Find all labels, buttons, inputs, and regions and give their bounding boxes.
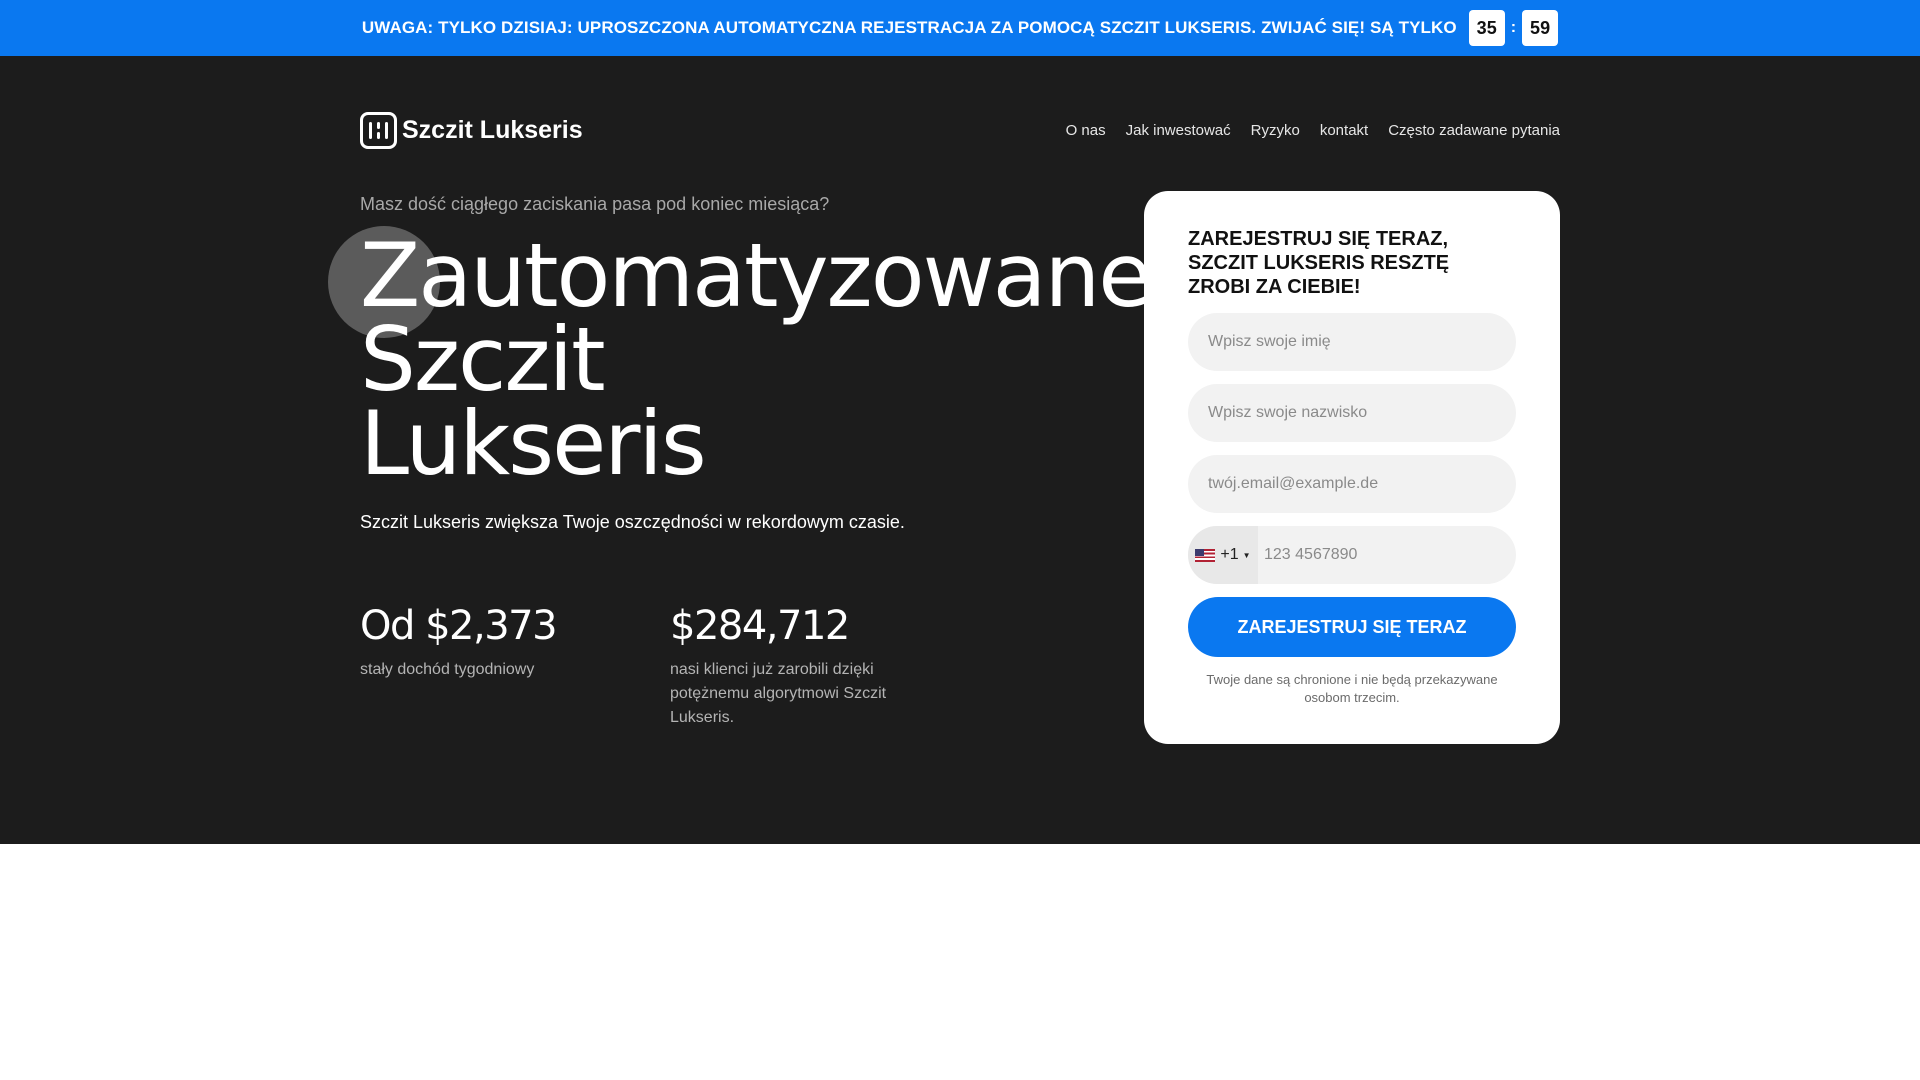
timer-seconds: 59 xyxy=(1522,10,1559,46)
email-field[interactable] xyxy=(1188,455,1516,513)
country-code: +1 xyxy=(1220,546,1239,563)
form-title: ZAREJESTRUJ SIĘ TERAZ, SZCZIT LUKSERIS R… xyxy=(1188,228,1450,298)
registration-form: ZAREJESTRUJ SIĘ TERAZ, SZCZIT LUKSERIS R… xyxy=(1144,191,1560,744)
hero-subtitle: Szczit Lukseris zwiększa Twoje oszczędno… xyxy=(360,512,905,532)
last-name-field[interactable] xyxy=(1188,384,1516,442)
headline-line-3: Lukseris xyxy=(360,392,707,495)
headline-line-2: Szczit xyxy=(360,308,606,411)
phone-field[interactable] xyxy=(1258,526,1516,584)
main-nav: O nas Jak inwestować Ryzyko kontakt Częs… xyxy=(1046,122,1560,139)
nav-link-how-to-invest[interactable]: Jak inwestować xyxy=(1126,122,1231,139)
stat-label: stały dochód tygodniowy xyxy=(360,661,535,678)
timer-minutes: 35 xyxy=(1468,10,1505,46)
hero-section: Szczit Lukseris O nas Jak inwestować Ryz… xyxy=(0,56,1920,844)
nav-link-about[interactable]: O nas xyxy=(1066,122,1106,139)
timer-separator: : xyxy=(1510,19,1517,36)
logo-icon xyxy=(360,111,397,149)
stat-label: nasi klienci już zarobili dzięki potężne… xyxy=(670,661,887,726)
headline-line-1: Zautomatyzowane xyxy=(360,224,1152,327)
stat-weekly-income: Od $2,373 stały dochód tygodniowy xyxy=(360,602,600,682)
promo-banner: UWAGA: TYLKO DZISIAJ: UPROSZCZONA AUTOMA… xyxy=(0,0,1920,56)
privacy-note: Twoje dane są chronione i nie będą przek… xyxy=(1206,672,1498,705)
stat-value: $284,712 xyxy=(670,603,850,649)
country-code-select[interactable]: +1 ▼ xyxy=(1188,526,1258,584)
hero-pretitle: Masz dość ciągłego zaciskania pasa pod k… xyxy=(360,194,830,214)
register-button[interactable]: ZAREJESTRUJ SIĘ TERAZ xyxy=(1188,597,1516,657)
caret-down-icon: ▼ xyxy=(1242,550,1251,560)
logo-text: Szczit Lukseris xyxy=(402,115,583,144)
nav-link-faq[interactable]: Często zadawane pytania xyxy=(1388,122,1560,139)
stat-value: Od $2,373 xyxy=(360,603,558,649)
first-name-field[interactable] xyxy=(1188,313,1516,371)
us-flag-icon xyxy=(1195,548,1216,562)
logo[interactable]: Szczit Lukseris xyxy=(360,111,583,149)
phone-field-group: +1 ▼ xyxy=(1188,526,1516,584)
nav-link-risk[interactable]: Ryzyko xyxy=(1251,122,1300,139)
stat-clients-earned: $284,712 nasi klienci już zarobili dzięk… xyxy=(670,602,910,730)
nav-link-contact[interactable]: kontakt xyxy=(1320,122,1368,139)
navbar: Szczit Lukseris O nas Jak inwestować Ryz… xyxy=(360,108,1560,152)
hero-headline: Zautomatyzowane Szczit Lukseris xyxy=(360,224,1152,495)
banner-text: UWAGA: TYLKO DZISIAJ: UPROSZCZONA AUTOMA… xyxy=(361,18,1457,37)
